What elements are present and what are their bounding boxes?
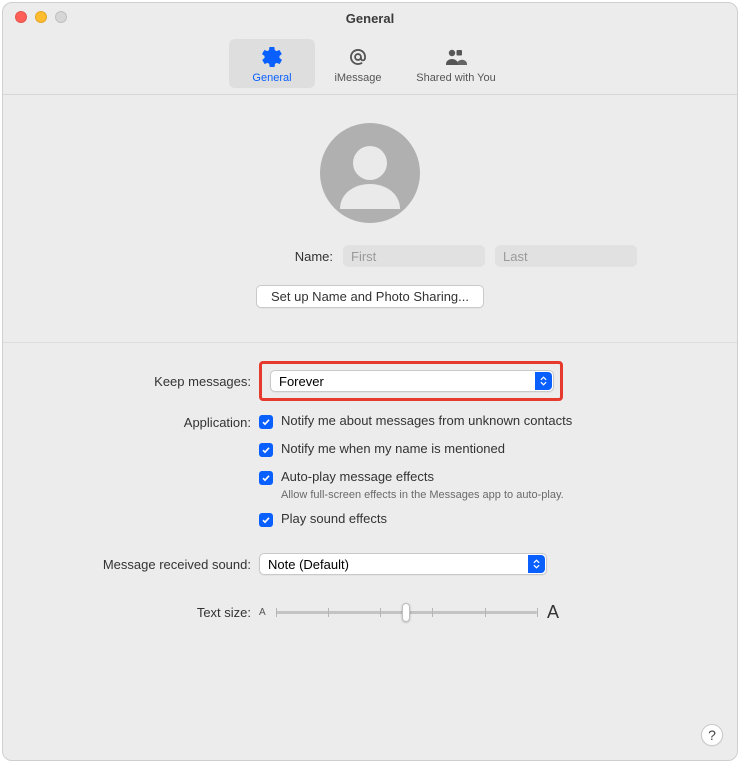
text-size-label: Text size: bbox=[3, 601, 251, 623]
titlebar: General bbox=[3, 3, 737, 31]
keep-messages-label: Keep messages: bbox=[3, 361, 251, 401]
tab-label: General bbox=[252, 72, 291, 84]
keep-messages-value: Forever bbox=[279, 374, 324, 389]
gear-icon bbox=[260, 45, 284, 69]
received-sound-popup[interactable]: Note (Default) bbox=[259, 553, 737, 575]
checkbox-icon bbox=[259, 471, 273, 485]
checkbox-label: Play sound effects bbox=[281, 511, 387, 526]
checkbox-label: Notify me about messages from unknown co… bbox=[281, 413, 572, 428]
name-label: Name: bbox=[103, 249, 333, 264]
checkbox-label: Notify me when my name is mentioned bbox=[281, 441, 505, 456]
people-icon bbox=[444, 45, 468, 69]
tab-label: Shared with You bbox=[416, 72, 496, 84]
text-size-slider-row: A A bbox=[259, 601, 559, 623]
first-name-input[interactable] bbox=[343, 245, 485, 267]
person-icon bbox=[320, 123, 420, 223]
tab-label: iMessage bbox=[334, 72, 381, 84]
name-row: Name: bbox=[103, 245, 637, 267]
tab-shared-with-you[interactable]: Shared with You bbox=[401, 39, 511, 88]
content: Name: Set up Name and Photo Sharing... K… bbox=[3, 95, 737, 623]
checkbox-icon bbox=[259, 415, 273, 429]
keep-messages-popup[interactable]: Forever bbox=[270, 370, 554, 392]
application-label: Application: bbox=[3, 407, 251, 533]
tab-imessage[interactable]: iMessage bbox=[315, 39, 401, 88]
sound-label: Message received sound: bbox=[3, 553, 251, 575]
setup-sharing-button[interactable]: Set up Name and Photo Sharing... bbox=[256, 285, 484, 308]
settings-form: Keep messages: Forever Appl bbox=[3, 343, 737, 623]
at-icon bbox=[347, 45, 369, 69]
checkbox-notify-unknown[interactable]: Notify me about messages from unknown co… bbox=[259, 407, 737, 435]
last-name-input[interactable] bbox=[495, 245, 637, 267]
profile-section: Name: Set up Name and Photo Sharing... bbox=[3, 95, 737, 308]
preferences-window: General General iMessage Shared with You bbox=[2, 2, 738, 761]
checkbox-notify-mentioned[interactable]: Notify me when my name is mentioned bbox=[259, 435, 737, 463]
checkbox-icon bbox=[259, 443, 273, 457]
preferences-toolbar: General iMessage Shared with You bbox=[3, 31, 737, 95]
sound-value: Note (Default) bbox=[268, 557, 349, 572]
checkbox-sound-effects[interactable]: Play sound effects bbox=[259, 501, 737, 533]
avatar[interactable] bbox=[320, 123, 420, 223]
text-size-slider[interactable] bbox=[276, 601, 537, 623]
small-a-label: A bbox=[259, 607, 266, 618]
highlight-annotation: Forever bbox=[259, 361, 563, 401]
chevron-updown-icon bbox=[528, 555, 545, 573]
checkbox-icon bbox=[259, 513, 273, 527]
checkbox-autoplay-effects[interactable]: Auto-play message effects bbox=[259, 463, 737, 487]
checkbox-label: Auto-play message effects bbox=[281, 469, 434, 484]
big-a-label: A bbox=[547, 602, 559, 623]
chevron-updown-icon bbox=[535, 372, 552, 390]
autoplay-sublabel: Allow full-screen effects in the Message… bbox=[281, 489, 737, 501]
tab-general[interactable]: General bbox=[229, 39, 315, 88]
window-title: General bbox=[3, 11, 737, 26]
help-button[interactable]: ? bbox=[701, 724, 723, 746]
